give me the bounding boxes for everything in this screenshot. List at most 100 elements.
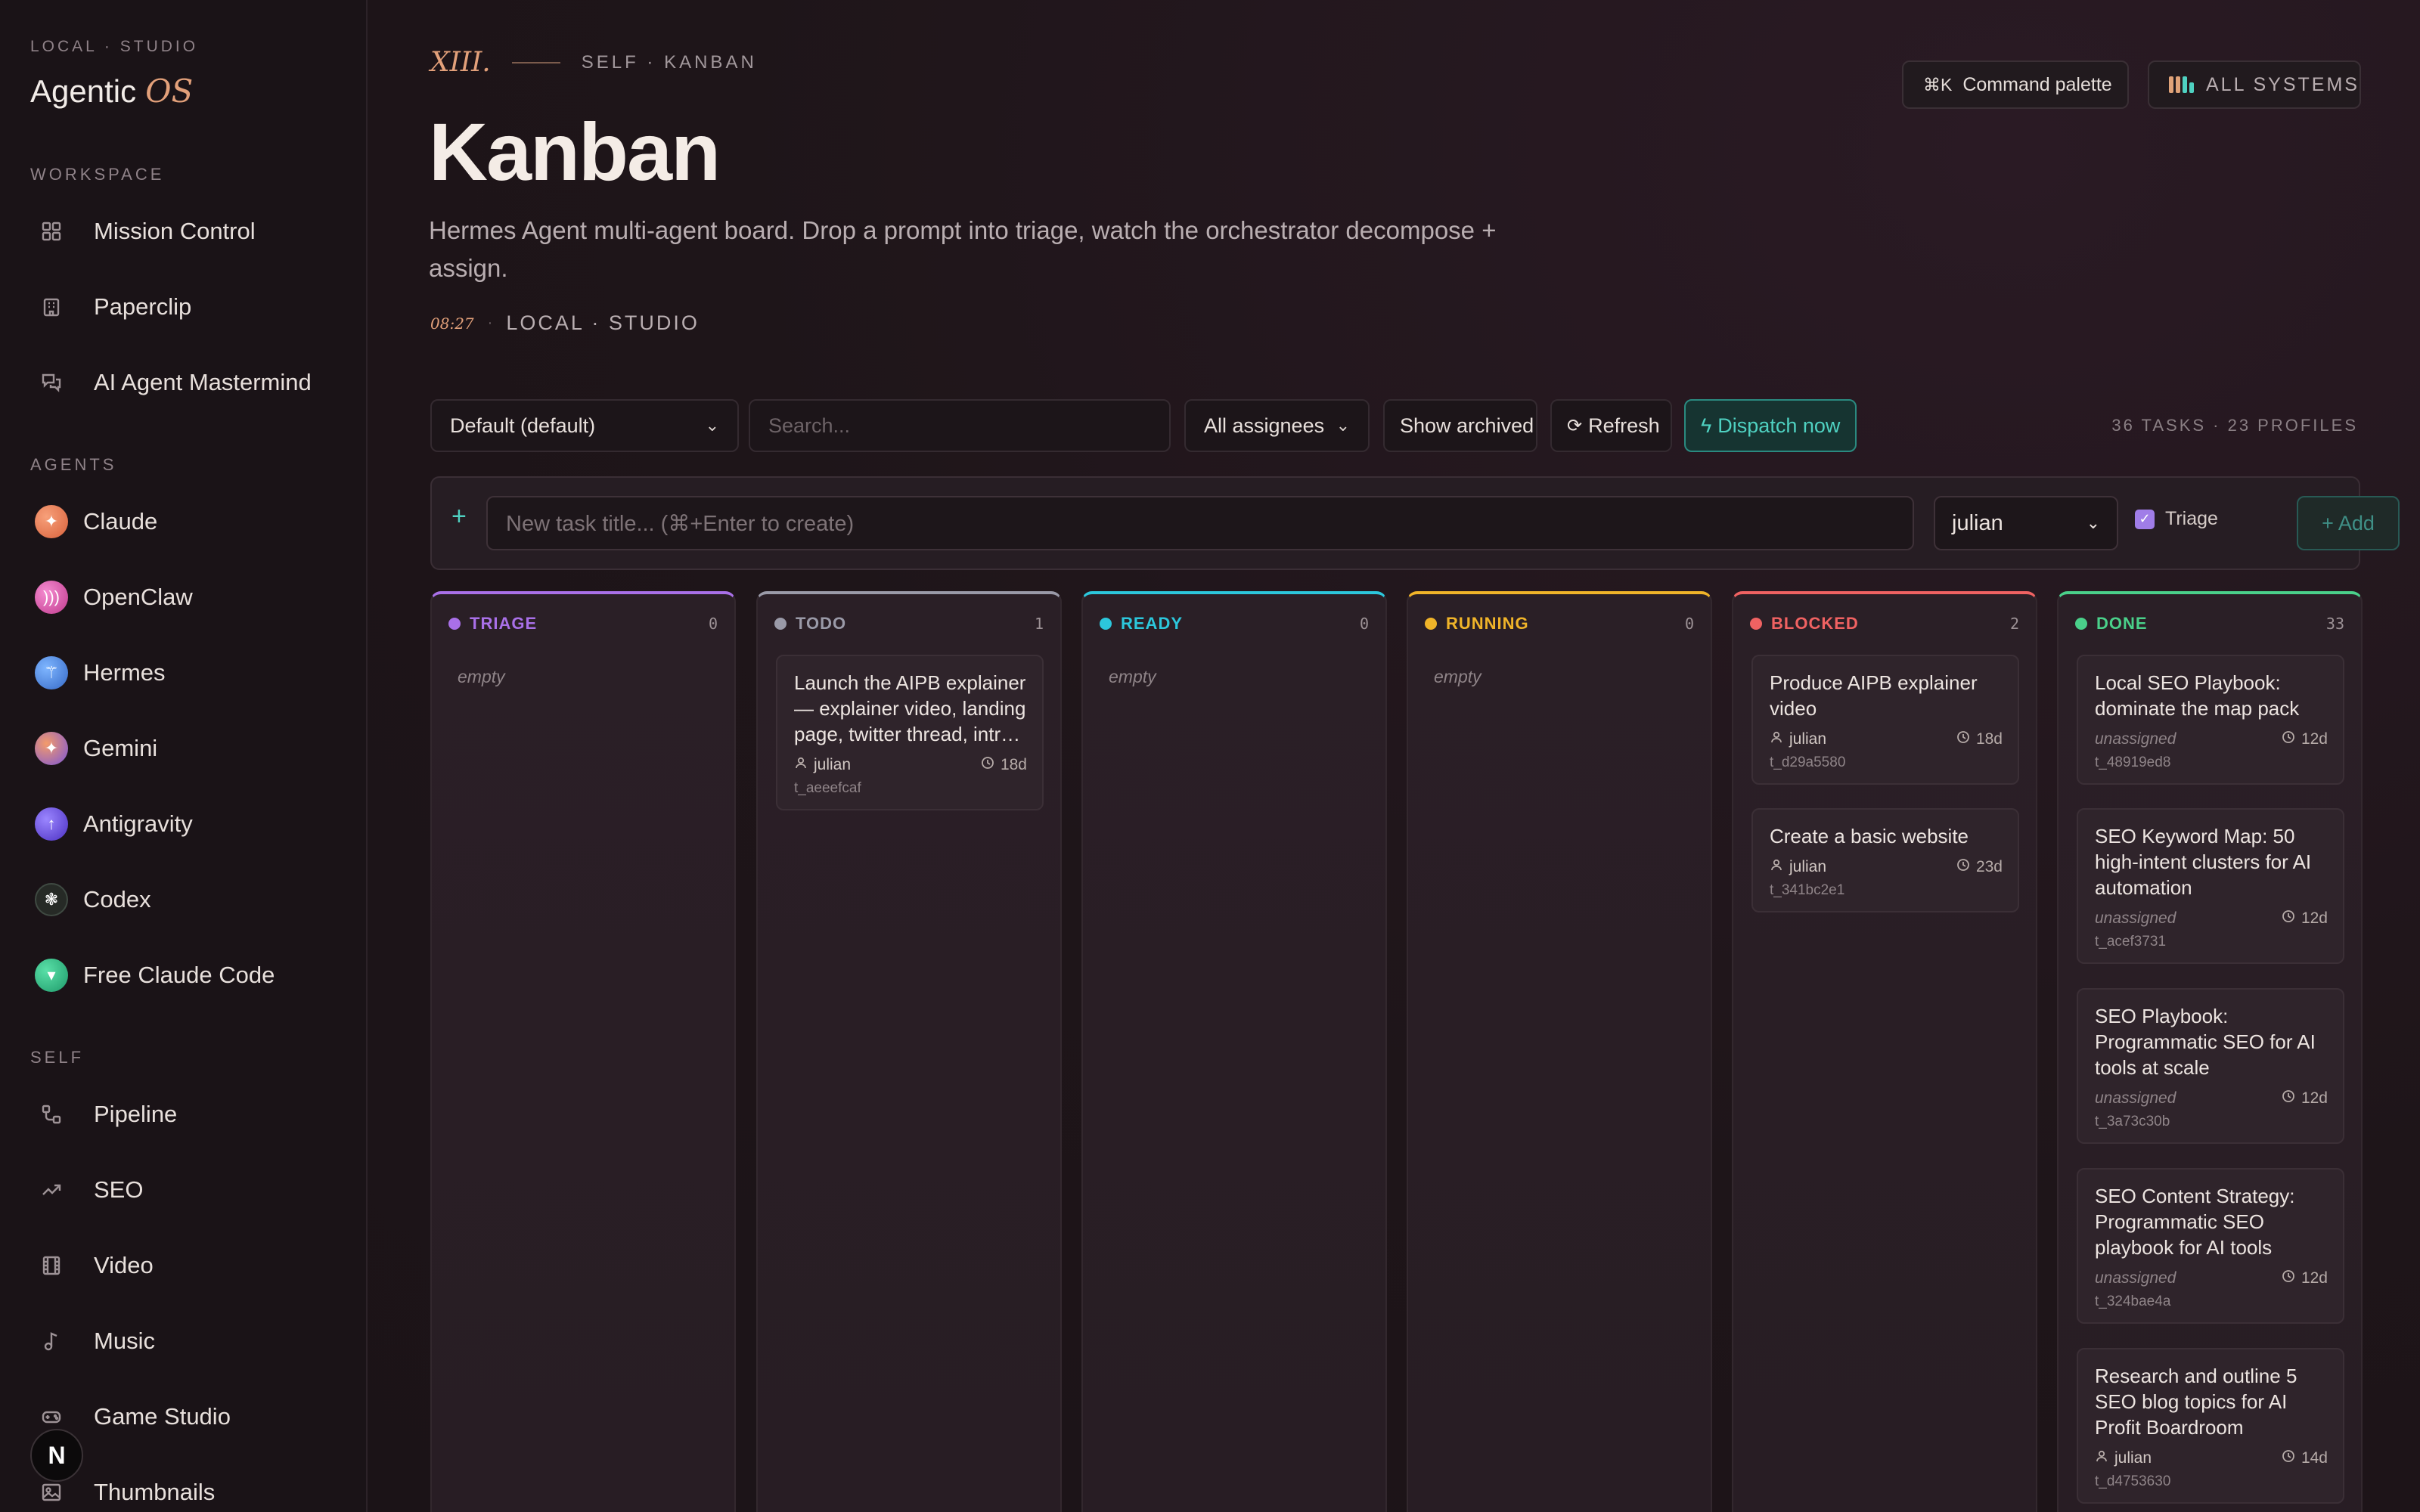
column-title: TRIAGE <box>470 614 538 633</box>
sidebar-item-label: Music <box>94 1328 155 1354</box>
task-age: 12d <box>2282 1269 2328 1287</box>
all-systems-button[interactable]: ALL SYSTEMS <box>2148 60 2361 109</box>
task-age-value: 12d <box>2301 909 2328 927</box>
add-task-button[interactable]: + Add <box>2297 496 2400 550</box>
user-icon <box>794 756 808 774</box>
sidebar-item-label: Free Claude Code <box>83 962 275 988</box>
show-archived-label: Show archived <box>1400 414 1534 437</box>
task-title: Research and outline 5 SEO blog topics f… <box>2095 1365 2297 1439</box>
assignee-name: julian <box>814 756 852 773</box>
sidebar-item-label: Video <box>94 1252 154 1278</box>
sidebar-item-ai-agent-mastermind[interactable]: AI Agent Mastermind <box>30 352 348 413</box>
clock-icon <box>981 756 994 774</box>
task-assignee: unassigned <box>2095 730 2176 748</box>
task-age-value: 12d <box>2301 1269 2328 1287</box>
task-card[interactable]: Create a basic website julian 23d t_341bc2e… <box>1751 808 2019 912</box>
sidebar-item-label: Paperclip <box>94 293 192 320</box>
assignee-name: unassigned <box>2095 1269 2176 1287</box>
task-meta: julian 14d <box>2095 1449 2328 1467</box>
column-empty-state: empty <box>1434 667 1481 686</box>
sidebar-item-label: SEO <box>94 1176 144 1203</box>
assignee-filter-select[interactable]: All assignees ⌄ <box>1184 399 1370 452</box>
task-id: t_48919ed8 <box>2095 754 2171 770</box>
trend-icon <box>30 1175 79 1205</box>
dispatch-now-button[interactable]: ϟ Dispatch now <box>1684 399 1857 452</box>
task-age-value: 23d <box>1975 858 2003 875</box>
film-icon <box>30 1250 79 1281</box>
task-profile-counts: 36 TASKS · 23 PROFILES <box>2111 416 2358 435</box>
column-title: RUNNING <box>1446 614 1529 633</box>
task-card[interactable]: SEO Content Strategy: Programmatic SEO p… <box>2077 1168 2344 1324</box>
triage-checkbox[interactable]: ✓ Triage <box>2135 508 2218 530</box>
task-age-value: 18d <box>1000 756 1027 773</box>
task-title: SEO Keyword Map: 50 high-intent clusters… <box>2095 825 2312 899</box>
column-header: TRIAGE 0 <box>448 614 718 634</box>
codex-icon: ❃ <box>35 883 68 916</box>
board-select[interactable]: Default (default) ⌄ <box>430 399 739 452</box>
building-icon <box>30 292 79 322</box>
task-title: Local SEO Playbook: dominate the map pac… <box>2095 671 2300 720</box>
task-title: Create a basic website <box>1770 825 1969 847</box>
assignee-name: unassigned <box>2095 909 2176 927</box>
show-archived-button[interactable]: Show archived <box>1383 399 1537 452</box>
sidebar-item-seo[interactable]: SEO <box>30 1160 348 1220</box>
dev-badge[interactable]: N <box>30 1429 83 1482</box>
task-card[interactable]: SEO Keyword Map: 50 high-intent clusters… <box>2077 808 2344 964</box>
column-header: RUNNING 0 <box>1425 614 1694 634</box>
sidebar-item-antigravity[interactable]: ↑ Antigravity <box>30 794 348 854</box>
sidebar-item-gemini[interactable]: ✦ Gemini <box>30 718 348 779</box>
chevron-down-icon: ⌄ <box>2086 513 2100 532</box>
sidebar-item-music[interactable]: Music <box>30 1311 348 1371</box>
sidebar-item-mission-control[interactable]: Mission Control <box>30 201 348 262</box>
assignee-name: julian <box>2114 1449 2152 1467</box>
status-bars-icon <box>2169 76 2194 93</box>
sidebar-item-video[interactable]: Video <box>30 1235 348 1296</box>
assignee-name: julian <box>1789 858 1827 875</box>
new-task-title-input[interactable]: New task title... (⌘+Enter to create) <box>486 496 1914 550</box>
chevron-down-icon: ⌄ <box>705 416 719 435</box>
sidebar-item-label: Gemini <box>83 735 158 761</box>
sidebar-item-game-studio[interactable]: Game Studio <box>30 1387 348 1447</box>
task-card[interactable]: Launch the AIPB explainer — explainer vi… <box>776 655 1044 810</box>
task-age-value: 12d <box>2301 1089 2328 1107</box>
task-id: t_324bae4a <box>2095 1294 2171 1309</box>
task-title: SEO Content Strategy: Programmatic SEO p… <box>2095 1185 2295 1259</box>
task-meta: unassigned 12d <box>2095 909 2328 928</box>
refresh-button[interactable]: ⟳ Refresh <box>1550 399 1672 452</box>
column-count: 33 <box>2325 615 2344 633</box>
sidebar-item-label: Pipeline <box>94 1101 178 1127</box>
task-card[interactable]: Local SEO Playbook: dominate the map pac… <box>2077 655 2344 785</box>
sidebar-item-pipeline[interactable]: Pipeline <box>30 1084 348 1145</box>
main-content: XIII. SELF · KANBAN Kanban Hermes Agent … <box>368 0 2420 1512</box>
column-header: BLOCKED 2 <box>1750 614 2019 634</box>
sidebar-item-openclaw[interactable]: ))) OpenClaw <box>30 567 348 627</box>
checkbox-checked-icon: ✓ <box>2135 509 2155 529</box>
search-input[interactable]: Search... <box>749 399 1171 452</box>
task-card[interactable]: Research and outline 5 SEO blog topics f… <box>2077 1348 2344 1504</box>
status-dot-icon <box>1750 618 1762 630</box>
sidebar-item-claude[interactable]: ✦ Claude <box>30 491 348 552</box>
new-task-assignee-select[interactable]: julian ⌄ <box>1934 496 2118 550</box>
sidebar-item-free-claude-code[interactable]: ▾ Free Claude Code <box>30 945 348 1005</box>
section-label-self: SELF <box>30 1048 85 1067</box>
sidebar-item-hermes[interactable]: ⚚ Hermes <box>30 643 348 703</box>
clock-time: 08:27 <box>430 314 474 333</box>
page-eyebrow: XIII. SELF · KANBAN <box>430 47 757 78</box>
chevron-down-icon: ⌄ <box>1336 416 1350 435</box>
sidebar-item-codex[interactable]: ❃ Codex <box>30 869 348 930</box>
board-select-value: Default (default) <box>450 414 596 437</box>
task-card[interactable]: SEO Playbook: Programmatic SEO for AI to… <box>2077 988 2344 1144</box>
status-dot-icon <box>2075 618 2087 630</box>
clock-icon <box>2282 1449 2295 1467</box>
brand-logo[interactable]: Agentic OS <box>30 73 193 110</box>
task-card[interactable]: Produce AIPB explainer video julian 18d t_d… <box>1751 655 2019 785</box>
breadcrumb: SELF · KANBAN <box>581 51 757 73</box>
clock-icon <box>1956 858 1970 876</box>
command-palette-button[interactable]: ⌘K Command palette <box>1902 60 2129 109</box>
assignee-filter-value: All assignees <box>1204 414 1325 437</box>
section-label-agents: AGENTS <box>30 455 117 474</box>
sidebar-item-paperclip[interactable]: Paperclip <box>30 277 348 337</box>
assignee-name: julian <box>1789 730 1827 748</box>
task-title: Produce AIPB explainer video <box>1770 671 1978 720</box>
column-empty-state: empty <box>458 667 505 686</box>
